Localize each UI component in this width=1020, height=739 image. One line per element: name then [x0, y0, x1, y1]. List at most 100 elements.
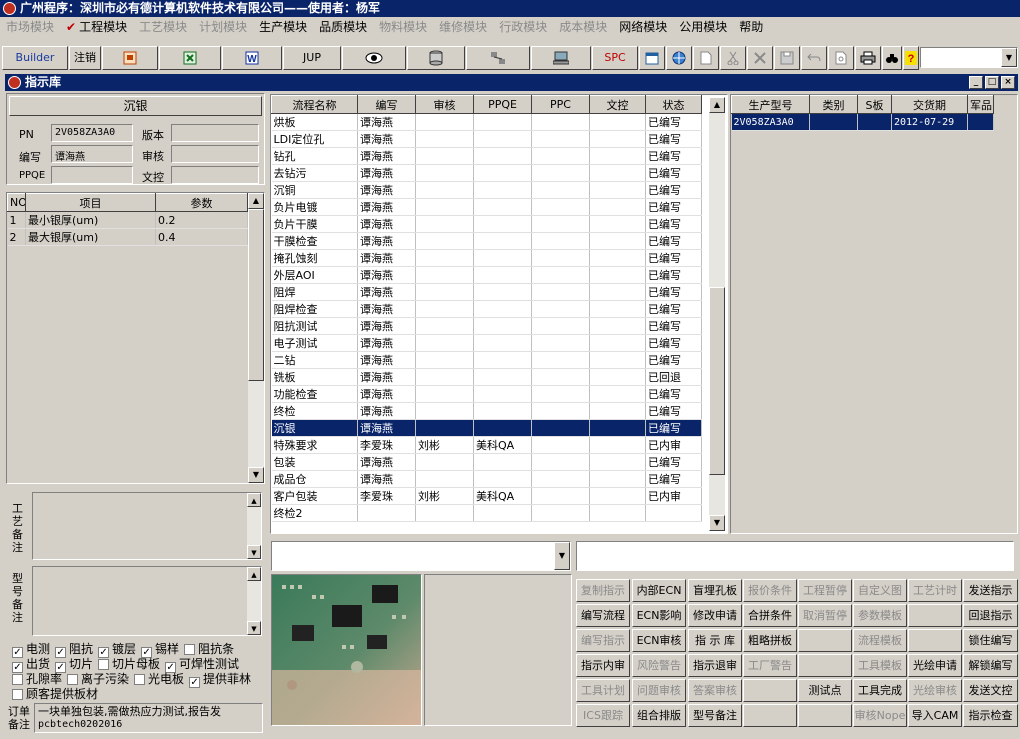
action-button-报价条件[interactable]: 报价条件 — [743, 579, 797, 602]
flow-column-header[interactable]: PPC — [531, 95, 590, 114]
table-row[interactable]: 阻抗测试 谭海燕 已编写 — [271, 317, 702, 335]
flow-column-header[interactable]: 流程名称 — [271, 95, 358, 114]
action-button-发送指示[interactable]: 发送指示 — [963, 579, 1018, 602]
action-button-光绘申请[interactable]: 光绘申请 — [908, 654, 962, 677]
checkbox-光电板[interactable]: 光电板 — [134, 672, 184, 686]
spc-button[interactable]: SPC — [592, 46, 638, 70]
action-button-答案审核[interactable]: 答案审核 — [688, 679, 742, 702]
param-column-header[interactable]: 参数 — [155, 193, 248, 212]
table-row[interactable]: 客户包装 李爱珠 刘彬 美科QA 已内审 — [271, 487, 702, 505]
checkbox-box[interactable] — [134, 674, 146, 685]
checkbox-孔隙率[interactable]: 孔隙率 — [12, 672, 62, 686]
checkbox-box[interactable] — [184, 644, 196, 655]
action-button-发送文控[interactable]: 发送文控 — [963, 679, 1018, 702]
action-button-ECN影响[interactable]: ECN影响 — [632, 604, 686, 627]
checkbox-box[interactable]: ✓ — [189, 677, 201, 688]
table-row[interactable]: 沉铜 谭海燕 已编写 — [271, 181, 702, 199]
action-button-锁住编写[interactable]: 锁住编写 — [963, 629, 1018, 652]
action-button-指示检查[interactable]: 指示检查 — [963, 704, 1018, 727]
table-row[interactable]: 成品仓 谭海燕 已编写 — [271, 470, 702, 488]
chevron-down-icon[interactable]: ▼ — [1001, 48, 1017, 67]
checkbox-锡样[interactable]: ✓ 锡样 — [141, 642, 179, 658]
ppqe-field[interactable] — [51, 166, 133, 184]
calendar-button[interactable] — [639, 46, 665, 70]
model-column-header[interactable]: S板 — [857, 95, 892, 114]
menu-item-8[interactable]: 行政模块 — [493, 17, 553, 37]
table-row[interactable]: 功能检查 谭海燕 已编写 — [271, 385, 702, 403]
param-column-header[interactable]: 项目 — [25, 193, 156, 212]
action-button-盲埋孔板[interactable]: 盲埋孔板 — [688, 579, 742, 602]
action-button-测试点[interactable]: 测试点 — [798, 679, 852, 702]
table-row[interactable]: 特殊要求 李爱珠 刘彬 美科QA 已内审 — [271, 436, 702, 454]
table-row[interactable]: 负片干膜 谭海燕 已编写 — [271, 215, 702, 233]
scroll-up-icon[interactable]: ▲ — [247, 567, 261, 581]
param-scrollbar[interactable]: ▲ ▼ — [248, 193, 264, 483]
scroll-up-icon[interactable]: ▲ — [247, 493, 261, 507]
action-button-工厂警告[interactable]: 工厂警告 — [743, 654, 797, 677]
computer-button[interactable] — [531, 46, 591, 70]
table-row[interactable]: 包装 谭海燕 已编写 — [271, 453, 702, 471]
menu-item-3[interactable]: 计划模块 — [193, 17, 253, 37]
table-row[interactable]: 2V058ZA3A0 2012-07-29 — [731, 113, 994, 131]
model-column-header[interactable]: 类别 — [809, 95, 858, 114]
table-row[interactable]: 沉银 谭海燕 已编写 — [271, 419, 702, 437]
action-button-风险警告[interactable]: 风险警告 — [632, 654, 686, 677]
author-field[interactable]: 谭海燕 — [51, 145, 133, 163]
pn-field[interactable]: 2V058ZA3A0 — [51, 124, 133, 142]
flow-column-header[interactable]: 编写 — [357, 95, 416, 114]
action-button-工程暂停[interactable]: 工程暂停 — [798, 579, 852, 602]
preview-button[interactable] — [828, 46, 854, 70]
checkbox-顾客提供板材[interactable]: 顾客提供板材 — [12, 687, 98, 701]
action-button-光绘审核[interactable]: 光绘审核 — [908, 679, 962, 702]
table-row[interactable]: 烘板 谭海燕 已编写 — [271, 113, 702, 131]
menu-item-6[interactable]: 物料模块 — [373, 17, 433, 37]
action-button-工艺计时[interactable]: 工艺计时 — [908, 579, 962, 602]
checkbox-box[interactable] — [12, 674, 23, 685]
action-button-指示退审[interactable]: 指示退审 — [688, 654, 742, 677]
action-button-粗略拼板[interactable]: 粗略拼板 — [743, 629, 797, 652]
checkbox-box[interactable] — [67, 674, 79, 685]
action-button-组合排版[interactable]: 组合排版 — [632, 704, 686, 727]
action-button-指示库[interactable]: 指 示 库 — [688, 629, 742, 652]
table-row[interactable]: 2 最大银厚(um) 0.4 — [7, 228, 248, 246]
action-button-参数模板[interactable]: 参数模板 — [853, 604, 907, 627]
process-note-scrollbar[interactable]: ▲ ▼ — [247, 493, 261, 559]
chevron-down-icon[interactable]: ▼ — [554, 542, 570, 570]
checkbox-离子污染[interactable]: 离子污染 — [67, 672, 129, 686]
checkbox-切片母板[interactable]: 切片母板 — [98, 657, 160, 671]
action-button-ICS跟踪[interactable]: ICS跟踪 — [576, 704, 630, 727]
action-button-编写指示[interactable]: 编写指示 — [576, 629, 630, 652]
model-column-header[interactable]: 军品 — [967, 95, 994, 114]
database-button[interactable] — [407, 46, 465, 70]
scroll-up-icon[interactable]: ▲ — [709, 97, 725, 113]
model-column-header[interactable]: 交货期 — [891, 95, 968, 114]
builder-button[interactable]: Builder — [2, 46, 68, 70]
table-row[interactable]: 电子测试 谭海燕 已编写 — [271, 334, 702, 352]
table-row[interactable]: 终检2 — [271, 504, 702, 522]
table-row[interactable]: 干膜检查 谭海燕 已编写 — [271, 232, 702, 250]
table-row[interactable]: 掩孔蚀刻 谭海燕 已编写 — [271, 249, 702, 267]
save-button[interactable] — [774, 46, 800, 70]
menu-item-7[interactable]: 维修模块 — [433, 17, 493, 37]
checkbox-box[interactable] — [12, 689, 23, 700]
powerpoint-button[interactable] — [102, 46, 158, 70]
table-row[interactable]: 阻焊检查 谭海燕 已编写 — [271, 300, 702, 318]
control-field[interactable] — [171, 166, 259, 184]
undo-button[interactable] — [801, 46, 827, 70]
action-button-工具模板[interactable]: 工具模板 — [853, 654, 907, 677]
menu-item-9[interactable]: 成本模块 — [553, 17, 613, 37]
action-button-审核Nope[interactable]: 审核Nope — [853, 704, 907, 727]
flow-column-header[interactable]: 审核 — [415, 95, 474, 114]
action-button-自定义图[interactable]: 自定义图 — [853, 579, 907, 602]
maximize-icon[interactable]: □ — [985, 76, 999, 89]
table-row[interactable]: 铣板 谭海燕 已回退 — [271, 368, 702, 386]
checkbox-阻抗条[interactable]: 阻抗条 — [184, 642, 234, 656]
action-button-导入CAM[interactable]: 导入CAM — [908, 704, 962, 727]
table-row[interactable]: 1 最小银厚(um) 0.2 — [7, 211, 248, 229]
help-button[interactable]: ? — [903, 46, 919, 70]
action-button-内部ECN[interactable]: 内部ECN — [632, 579, 686, 602]
close-icon[interactable]: × — [1001, 76, 1015, 89]
scroll-down-icon[interactable]: ▼ — [709, 515, 725, 531]
print-button[interactable] — [855, 46, 881, 70]
scroll-down-icon[interactable]: ▼ — [248, 467, 264, 483]
